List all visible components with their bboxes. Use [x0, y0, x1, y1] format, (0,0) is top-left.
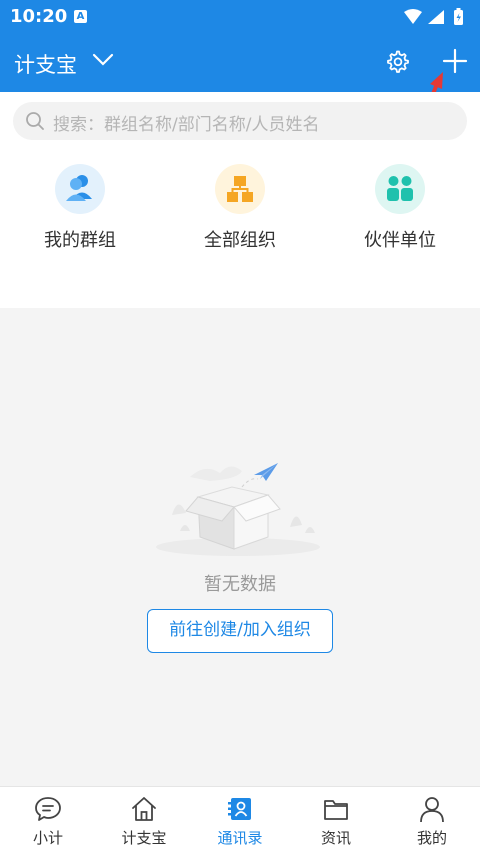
- quick-link-label: 我的群组: [44, 230, 116, 251]
- create-join-org-button[interactable]: 前往创建/加入组织: [147, 609, 333, 653]
- nav-label: 计支宝: [121, 829, 167, 847]
- partner-icon: [375, 164, 425, 214]
- group-user-icon: [55, 164, 105, 214]
- search-placeholder: 搜索：群组名称/部门名称/人员姓名: [53, 115, 320, 135]
- contacts-icon: [228, 798, 251, 820]
- chevron-down-icon[interactable]: [92, 52, 114, 71]
- bottom-navigation: 小计 计支宝 通讯录 资讯 我的: [0, 786, 480, 854]
- quick-link-all-orgs[interactable]: 全部组织: [160, 160, 320, 252]
- quick-link-label: 全部组织: [204, 230, 276, 251]
- nav-tab-jizhibao[interactable]: 计支宝: [96, 787, 192, 854]
- nav-tab-xiaoji[interactable]: 小计: [0, 787, 96, 854]
- nav-label: 通讯录: [217, 829, 263, 847]
- nav-tab-contacts[interactable]: 通讯录: [192, 787, 288, 854]
- search-icon: [25, 111, 45, 135]
- status-time: 10:20: [10, 6, 68, 27]
- nav-label: 资讯: [320, 829, 351, 847]
- status-icons: [402, 8, 470, 30]
- quick-link-partners[interactable]: 伙伴单位: [320, 160, 480, 252]
- empty-state-text: 暂无数据: [204, 574, 276, 595]
- gear-icon[interactable]: [386, 50, 410, 78]
- quick-link-label: 伙伴单位: [364, 230, 436, 251]
- notification-icon: A: [74, 10, 87, 23]
- person-icon: [420, 797, 444, 823]
- nav-tab-news[interactable]: 资讯: [288, 787, 384, 854]
- app-title[interactable]: 计支宝: [14, 49, 77, 79]
- nav-label: 小计: [32, 829, 63, 847]
- search-input[interactable]: 搜索：群组名称/部门名称/人员姓名: [13, 102, 467, 140]
- org-chart-icon: [215, 164, 265, 214]
- wifi-signal-battery-icon: [404, 8, 463, 25]
- empty-box-illustration: [150, 455, 330, 564]
- chat-icon: [35, 797, 61, 821]
- quick-link-my-groups[interactable]: 我的群组: [0, 160, 160, 252]
- app-header: 10:20 A 计支宝: [0, 0, 480, 92]
- nav-label: 我的: [416, 829, 447, 847]
- home-icon: [132, 797, 156, 821]
- status-bar: 10:20 A: [0, 0, 480, 34]
- nav-tab-mine[interactable]: 我的: [384, 787, 480, 854]
- folder-icon: [324, 800, 348, 820]
